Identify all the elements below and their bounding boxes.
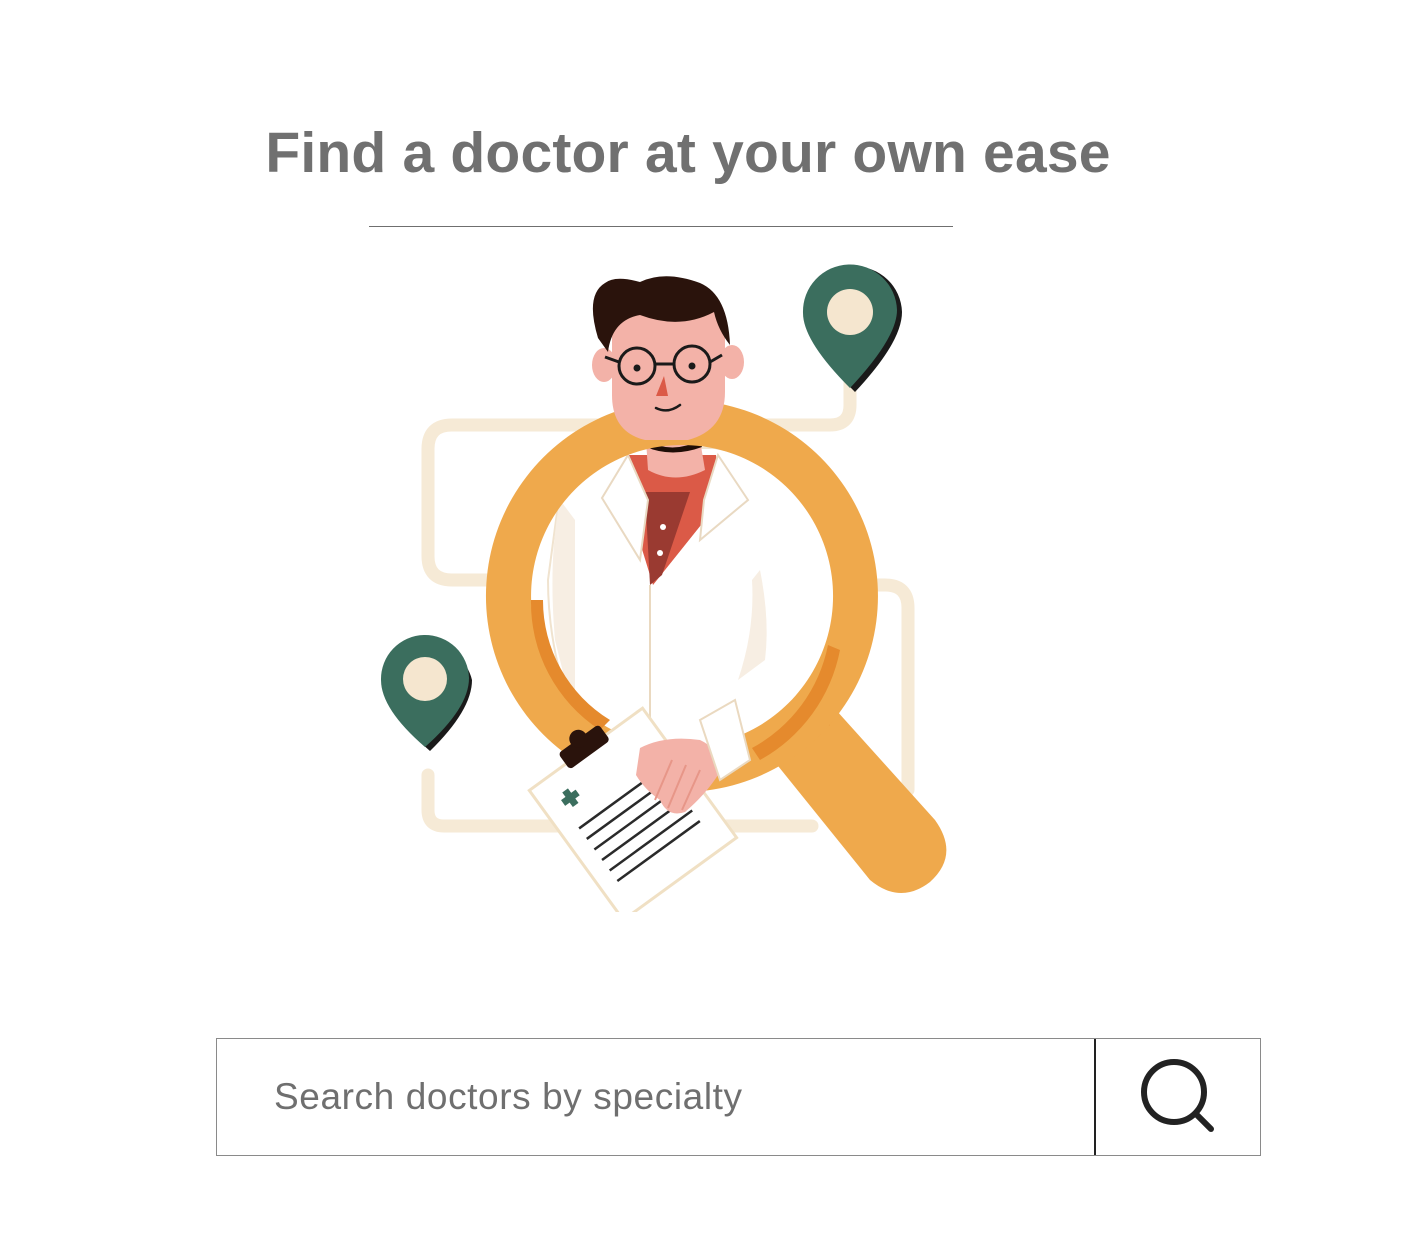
search-button[interactable]: [1094, 1039, 1260, 1155]
hero-illustration: [370, 262, 960, 923]
page-title: Find a doctor at your own ease: [265, 121, 1111, 185]
location-pin-icon: [380, 634, 472, 751]
title-divider: [369, 226, 953, 227]
search-bar: [216, 1038, 1261, 1156]
location-pin-icon: [802, 264, 902, 392]
search-input[interactable]: [217, 1039, 1094, 1155]
search-icon: [1141, 1059, 1214, 1132]
